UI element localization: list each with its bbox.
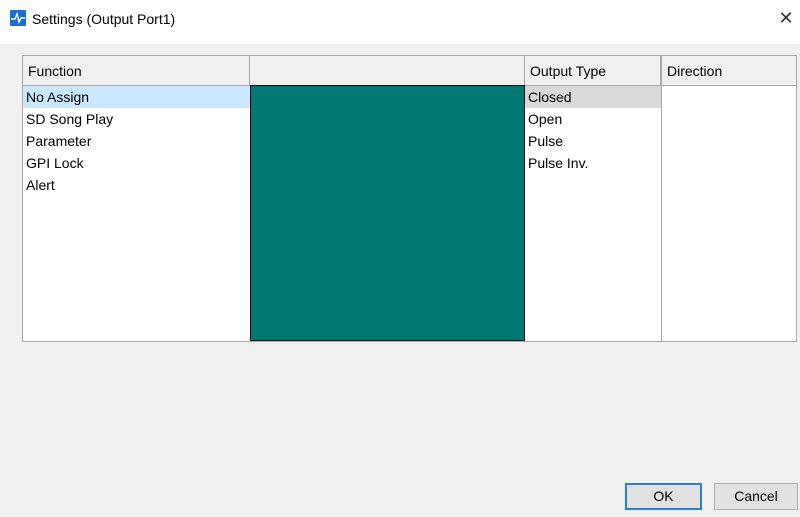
- direction-list: [662, 86, 796, 341]
- output-type-item-closed[interactable]: Closed: [525, 86, 661, 108]
- direction-header[interactable]: Direction: [662, 56, 796, 86]
- window-title: Settings (Output Port1): [32, 11, 176, 27]
- function-column: Function No Assign SD Song Play Paramete…: [23, 56, 250, 341]
- title-bar: Settings (Output Port1) ✕: [0, 0, 800, 44]
- function-item-parameter[interactable]: Parameter: [23, 130, 250, 152]
- output-type-list: Closed Open Pulse Pulse Inv.: [525, 86, 661, 341]
- function-list: No Assign SD Song Play Parameter GPI Loc…: [23, 86, 250, 341]
- output-type-item-pulse[interactable]: Pulse: [525, 130, 661, 152]
- ok-button[interactable]: OK: [625, 483, 702, 510]
- output-type-header[interactable]: Output Type: [525, 56, 661, 86]
- function-item-no-assign[interactable]: No Assign: [23, 86, 250, 108]
- detail-pane: [250, 85, 525, 341]
- app-waveform-icon: [10, 10, 26, 26]
- detail-header[interactable]: [250, 56, 525, 86]
- cancel-button[interactable]: Cancel: [714, 483, 798, 510]
- output-type-item-open[interactable]: Open: [525, 108, 661, 130]
- close-icon[interactable]: ✕: [776, 8, 796, 28]
- function-item-alert[interactable]: Alert: [23, 174, 250, 196]
- function-item-sd-song-play[interactable]: SD Song Play: [23, 108, 250, 130]
- output-type-column: Output Type Closed Open Pulse Pulse Inv.: [525, 56, 662, 341]
- output-type-item-pulse-inv[interactable]: Pulse Inv.: [525, 152, 661, 174]
- function-header[interactable]: Function: [23, 56, 250, 86]
- settings-dialog: Settings (Output Port1) ✕ Function No As…: [0, 0, 800, 517]
- function-item-gpi-lock[interactable]: GPI Lock: [23, 152, 250, 174]
- settings-grid: Function No Assign SD Song Play Paramete…: [22, 55, 797, 342]
- detail-column: [250, 56, 525, 341]
- direction-column: Direction: [662, 56, 796, 341]
